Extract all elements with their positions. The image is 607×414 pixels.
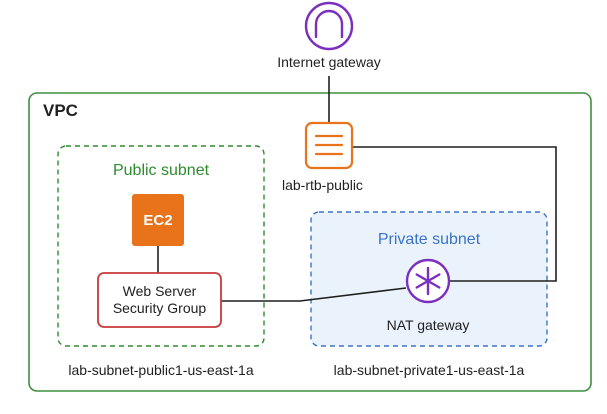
- internet-gateway-label: Internet gateway: [277, 54, 381, 70]
- security-group-label-line2: Security Group: [112, 300, 207, 316]
- nat-gateway-label: NAT gateway: [386, 317, 470, 333]
- route-table-label: lab-rtb-public: [282, 177, 363, 193]
- public-subnet-name: lab-subnet-public1-us-east-1a: [68, 362, 254, 378]
- public-subnet-label: Public subnet: [112, 162, 210, 179]
- internet-gateway-icon: [304, 1, 354, 51]
- private-subnet-name: lab-subnet-private1-us-east-1a: [333, 362, 525, 378]
- vpc-architecture-diagram: Internet gateway VPC lab-rtb-public Publ…: [0, 0, 607, 414]
- vpc-label: VPC: [43, 101, 78, 120]
- route-table-icon: [304, 121, 354, 170]
- ec2-label: EC2: [143, 211, 173, 229]
- private-subnet-label: Private subnet: [377, 231, 481, 248]
- security-group-label: Web Server Security Group: [98, 273, 221, 327]
- nat-gateway-icon: [405, 258, 451, 304]
- security-group-label-line1: Web Server: [122, 283, 197, 299]
